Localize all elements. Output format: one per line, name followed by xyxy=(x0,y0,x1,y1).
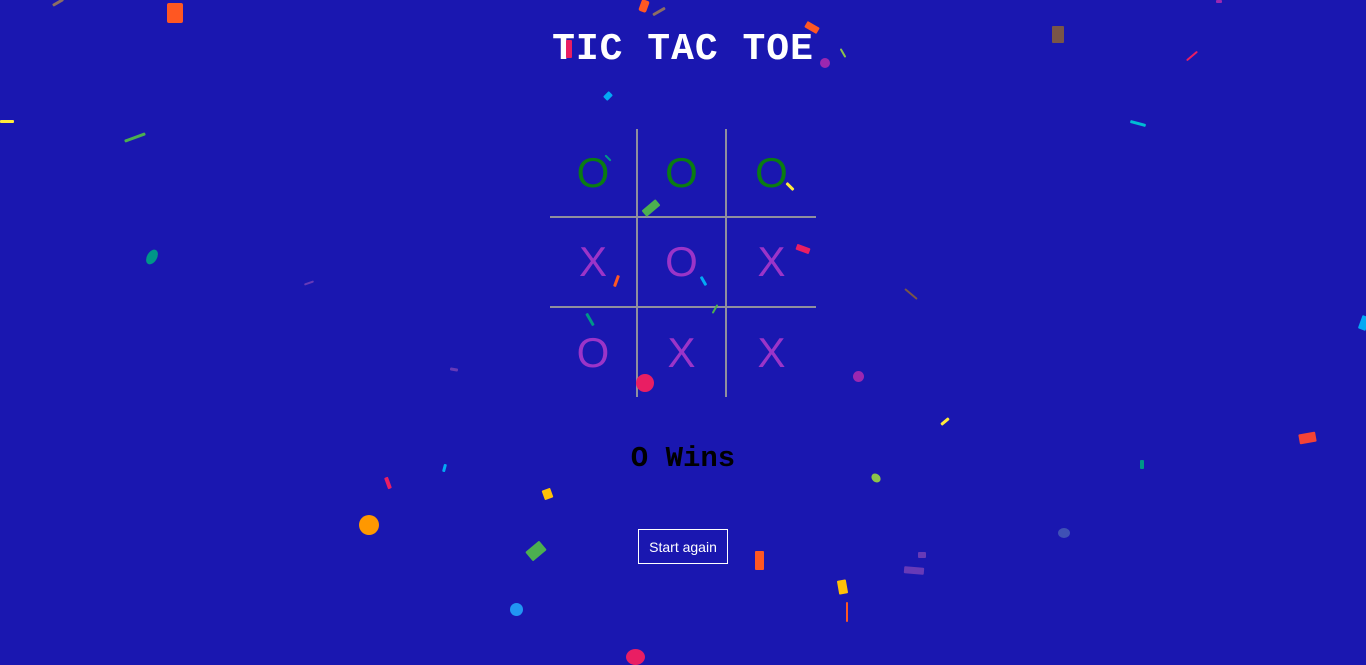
confetti-piece xyxy=(449,367,459,372)
confetti-piece xyxy=(359,515,379,535)
board-cell-1-0[interactable]: X xyxy=(550,218,638,308)
confetti-piece xyxy=(1052,26,1064,43)
board-cell-2-2[interactable]: X xyxy=(727,308,816,397)
confetti-piece xyxy=(0,120,14,123)
confetti-piece xyxy=(638,0,650,14)
confetti-piece xyxy=(918,552,926,558)
board-cell-0-2[interactable]: O xyxy=(727,129,816,218)
board-cell-1-2[interactable]: X xyxy=(727,218,816,308)
confetti-piece xyxy=(1216,0,1222,3)
board-cell-0-0[interactable]: O xyxy=(550,129,638,218)
confetti-piece xyxy=(940,417,950,426)
confetti-piece xyxy=(167,3,183,23)
confetti-piece xyxy=(626,649,645,665)
confetti-piece xyxy=(1058,528,1070,538)
confetti-piece xyxy=(603,91,613,101)
confetti-piece xyxy=(124,132,146,143)
confetti-piece xyxy=(52,0,64,7)
confetti-piece xyxy=(525,540,547,562)
board-cell-2-0[interactable]: O xyxy=(550,308,638,397)
confetti-piece xyxy=(510,603,523,616)
confetti-piece xyxy=(820,58,830,68)
confetti-piece xyxy=(143,247,161,267)
confetti-piece xyxy=(836,579,849,595)
confetti-piece xyxy=(1357,315,1366,331)
confetti-piece xyxy=(566,40,572,58)
confetti-piece xyxy=(652,6,666,17)
board-cell-1-1[interactable]: O xyxy=(638,218,727,308)
game-board: O O O X O X O X X xyxy=(550,129,816,397)
game-status: O Wins xyxy=(630,442,736,475)
game-title: TIC TAC TOE xyxy=(552,28,814,71)
start-again-button[interactable]: Start again xyxy=(638,529,728,564)
confetti-piece xyxy=(636,374,654,392)
confetti-piece xyxy=(853,371,864,382)
confetti-piece xyxy=(541,487,554,501)
confetti-piece xyxy=(1129,119,1147,128)
confetti-piece xyxy=(903,566,925,575)
confetti-piece xyxy=(1140,460,1144,469)
confetti-piece xyxy=(303,280,315,286)
confetti-piece xyxy=(904,288,918,300)
confetti-piece xyxy=(755,551,764,570)
confetti-piece xyxy=(846,602,848,622)
confetti-piece xyxy=(384,476,392,490)
